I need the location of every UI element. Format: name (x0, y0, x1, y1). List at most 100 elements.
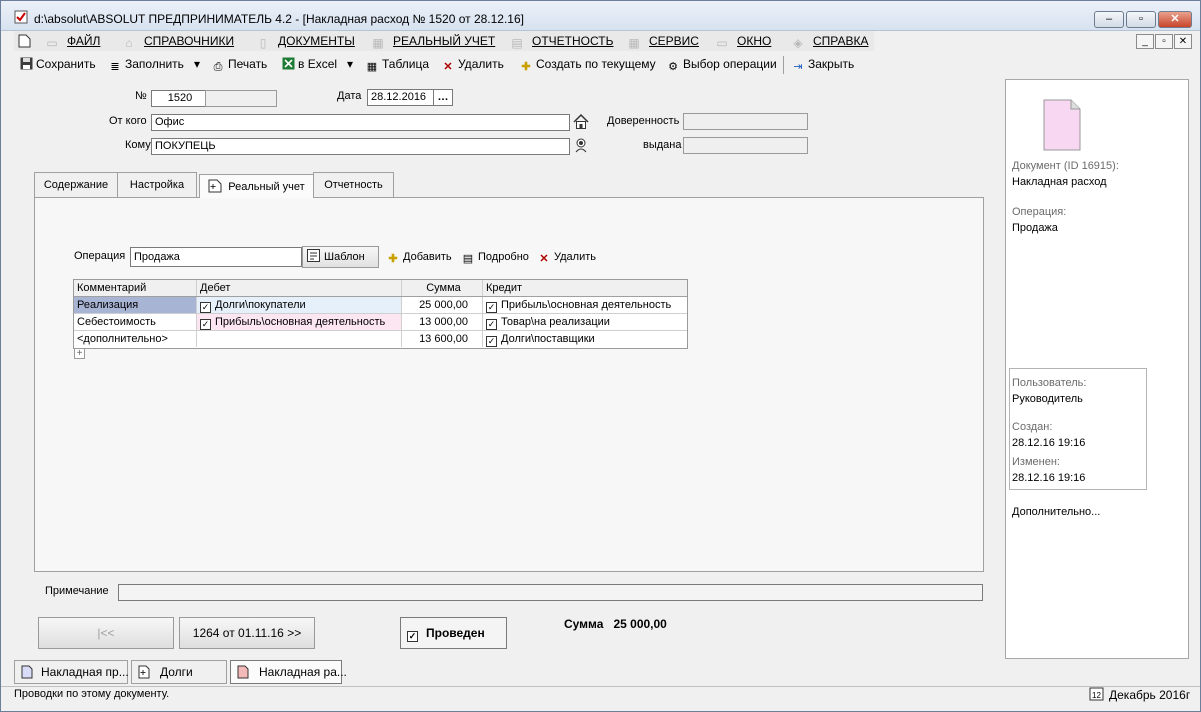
tab-real-accounting[interactable]: Реальный учет (199, 174, 314, 198)
debit-cell[interactable]: ✓ Прибыль\основная деятельность (197, 314, 402, 330)
folder-icon: ▭ (46, 36, 58, 50)
first-document-button[interactable]: |<< (38, 617, 174, 649)
delete-x-icon: ✕ (539, 253, 549, 265)
number-suffix-field[interactable] (205, 90, 277, 107)
credit-cell[interactable]: ✓ Товар\на реализации (483, 314, 688, 330)
to-field[interactable]: ПОКУПЕЦЬ (151, 138, 570, 155)
add-entry-button[interactable]: ✚ Добавить (386, 250, 451, 266)
save-button[interactable]: Сохранить (19, 57, 96, 73)
excel-dropdown-arrow[interactable]: ▾ (347, 57, 353, 73)
home-icon: ⌂ (125, 36, 133, 50)
created-value: 28.12.16 19:16 (1012, 437, 1086, 449)
help-book-icon: ◈ (793, 36, 803, 50)
date-label: Дата (337, 90, 362, 102)
excel-button[interactable]: в Excel (281, 57, 337, 73)
tab-reports[interactable]: Отчетность (313, 172, 394, 198)
sum-cell[interactable]: 13 600,00 (402, 331, 483, 347)
close-window-button[interactable]: ✕ (1158, 11, 1192, 28)
note-label: Примечание (45, 585, 109, 597)
menu-help[interactable]: ◈ СПРАВКА (791, 34, 868, 50)
tab-settings[interactable]: Настройка (117, 172, 197, 198)
delete-button[interactable]: ✕ Удалить (441, 57, 503, 73)
home-icon[interactable] (572, 113, 590, 131)
debit-cell[interactable] (197, 331, 402, 347)
credit-cell[interactable]: ✓ Прибыль\основная деятельность (483, 297, 688, 313)
posted-toggle[interactable]: ✓ Проведен (400, 617, 507, 649)
table-row[interactable]: Себестоимость ✓ Прибыль\основная деятельн… (74, 314, 687, 331)
create-from-current-button[interactable]: ✚ Создать по текущему (519, 57, 655, 73)
table-icon: ▦ (366, 61, 378, 73)
debit-cell[interactable]: ✓ Долги\покупатели (197, 297, 402, 313)
excel-icon (281, 57, 295, 70)
issued-field[interactable] (683, 137, 808, 154)
sum-cell[interactable]: 13 000,00 (402, 314, 483, 330)
menu-file[interactable]: ▭ ФАЙЛ (45, 34, 100, 50)
from-field[interactable]: Офис (151, 114, 570, 131)
menu-window[interactable]: ▭ ОКНО (715, 34, 771, 50)
minimize-button[interactable]: – (1094, 11, 1124, 28)
tab-content[interactable]: Содержание (34, 172, 118, 198)
menu-service[interactable]: ▦ СЕРВИС (627, 34, 699, 50)
close-button[interactable]: ⇥ Закрыть (791, 57, 854, 73)
maximize-button[interactable]: ▫ (1126, 11, 1156, 28)
plus-icon: ✚ (521, 61, 531, 73)
operation-field[interactable]: Продажа (130, 247, 302, 267)
user-label: Пользователь: (1012, 377, 1087, 389)
checkbox-checked-icon[interactable]: ✓ (200, 302, 211, 313)
status-bar (1, 686, 1200, 706)
delete-entry-button[interactable]: ✕ Удалить (537, 250, 596, 266)
checkbox-checked-icon[interactable]: ✓ (486, 302, 497, 313)
window-tab-invoice-1[interactable]: Накладная пр... (14, 660, 129, 684)
toolbar-separator (783, 56, 784, 74)
date-field[interactable]: 28.12.2016 (367, 89, 434, 106)
calendar-icon[interactable]: 12 (1089, 686, 1105, 701)
next-document-button[interactable]: 1264 от 01.11.16 >> (179, 617, 315, 649)
menu-references[interactable]: ⌂ СПРАВОЧНИКИ (122, 34, 234, 50)
checkbox-checked-icon[interactable]: ✓ (486, 319, 497, 330)
sum-cell[interactable]: 25 000,00 (402, 297, 483, 313)
contact-person-icon[interactable] (573, 137, 589, 153)
select-operation-button[interactable]: ⚙ Выбор операции (666, 57, 777, 73)
operation-icon: ⚙ (668, 61, 678, 73)
window-tab-invoice-2[interactable]: Накладная ра... (230, 660, 347, 684)
note-field[interactable] (118, 584, 983, 601)
menu-reports[interactable]: ▤ ОТЧЕТНОСТЬ (510, 34, 613, 50)
menu-documents[interactable]: ▯ ДОКУМЕНТЫ (256, 34, 355, 50)
mdi-restore-button[interactable]: ▫ (1155, 34, 1173, 49)
date-picker-button[interactable]: … (433, 89, 453, 106)
checkbox-checked-icon[interactable]: ✓ (200, 319, 211, 330)
mdi-minimize-button[interactable]: _ (1136, 34, 1154, 49)
period-label[interactable]: Декабрь 2016г (1109, 688, 1190, 702)
column-header-debit[interactable]: Дебет (197, 280, 402, 296)
comment-cell[interactable]: <дополнительно> (74, 331, 197, 347)
column-header-comment[interactable]: Комментарий (74, 280, 197, 296)
template-button[interactable]: Шаблон (302, 246, 379, 268)
additional-link[interactable]: Дополнительно... (1012, 506, 1100, 518)
column-header-credit[interactable]: Кредит (483, 280, 688, 296)
number-field[interactable]: 1520 (151, 90, 206, 107)
comment-cell[interactable]: Себестоимость (74, 314, 197, 330)
column-header-sum[interactable]: Сумма (402, 280, 483, 296)
comment-cell[interactable]: Реализация (74, 297, 197, 313)
proxy-field[interactable] (683, 113, 808, 130)
checkbox-checked-icon[interactable]: ✓ (486, 336, 497, 347)
details-icon: ▤ (462, 253, 474, 265)
checkbox-checked-icon[interactable]: ✓ (407, 631, 418, 642)
credit-cell[interactable]: ✓ Долги\поставщики (483, 331, 688, 347)
exit-icon: ⇥ (793, 61, 803, 73)
details-button[interactable]: ▤ Подробно (461, 250, 529, 266)
expand-plus-icon[interactable]: + (74, 348, 85, 359)
document-plus-icon (138, 664, 150, 679)
table-button[interactable]: ▦ Таблица (365, 57, 429, 73)
menu-real-accounting[interactable]: ▦ РЕАЛЬНЫЙ УЧЕТ (371, 34, 495, 50)
plus-icon: ✚ (388, 253, 398, 265)
fill-button[interactable]: ≣ Заполнить (108, 57, 184, 73)
new-document-icon[interactable] (18, 34, 31, 48)
table-row[interactable]: <дополнительно> 13 600,00 ✓ Долги\поставщ… (74, 331, 687, 348)
table-row[interactable]: Реализация ✓ Долги\покупатели 25 000,00 ✓… (74, 297, 687, 314)
print-button[interactable]: ⎙ Печать (211, 57, 268, 73)
mdi-close-button[interactable]: ✕ (1174, 34, 1192, 49)
window-tab-debts[interactable]: Долги (131, 660, 227, 684)
fill-dropdown-arrow[interactable]: ▾ (194, 57, 200, 73)
modified-label: Изменен: (1012, 456, 1060, 468)
